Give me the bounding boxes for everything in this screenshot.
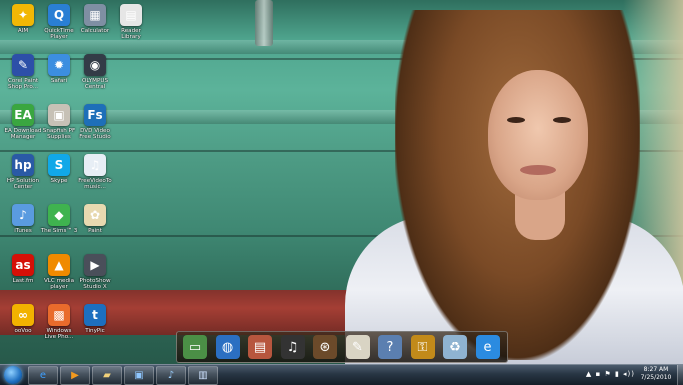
desktop-icon-grid: ✦ AIM Q QuickTime Player ▦ Calculator ▤ Reader … — [0, 0, 142, 364]
system-tray[interactable]: ▲ ▪ ⚑ ▮ ◂)) — [586, 370, 635, 378]
corel-paint-shop-icon: ✎ — [12, 54, 34, 76]
desktop-icon-label: FreeVideoTo music... — [78, 178, 112, 191]
desktop-icon[interactable]: ▣ Snapfish PF Supplies — [39, 104, 79, 154]
calculator-icon: ▦ — [84, 4, 106, 26]
desktop-icon[interactable]: t TinyPic — [75, 304, 115, 354]
taskbar-window-switch-icon[interactable]: ▥ — [188, 366, 218, 385]
desktop-icon[interactable]: ✎ Corel Paint Shop Pro... — [3, 54, 43, 104]
desktop-icon[interactable]: ▲ VLC media player — [39, 254, 79, 304]
desktop-icon-label: Snapfish PF Supplies — [42, 128, 76, 141]
windows-live-photo-icon: ▩ — [48, 304, 70, 326]
desktop-icon[interactable]: hp HP Solution Center — [3, 154, 43, 204]
taskbar-internet-explorer-icon[interactable]: e — [28, 366, 58, 385]
oovoo-icon: ∞ — [12, 304, 34, 326]
taskbar: e ▶ ▰ ▣ ♪ ▥ ▲ ▪ ⚑ ▮ ◂)) 8:27 AM 7/25/2010 — [0, 364, 683, 385]
desktop-icon-label: Windows Live Pho... — [44, 328, 74, 341]
olympus-camera-icon: ◉ — [84, 54, 106, 76]
desktop-icon[interactable]: Q QuickTime Player — [39, 4, 79, 54]
desktop-icon-label: Paint — [88, 228, 102, 234]
help-question-icon[interactable]: ? — [378, 335, 402, 359]
desktop-icon-label: Skype — [50, 178, 68, 184]
desktop-icon[interactable]: ◆ The Sims™ 3 — [39, 204, 79, 254]
paint-palette-icon: ✿ — [84, 204, 106, 226]
desktop-icon[interactable]: ▤ Reader Library — [111, 4, 151, 54]
photoshow-icon: ▶ — [84, 254, 106, 276]
hp-icon: hp — [12, 154, 34, 176]
desktop-icon[interactable]: ♪ iTunes — [3, 204, 43, 254]
clock-time: 8:27 AM — [643, 366, 669, 373]
sims-plumbob-icon: ◆ — [48, 204, 70, 226]
desktop-icon[interactable]: ∞ ooVoo — [3, 304, 43, 354]
desktop-icon-label: QuickTime Player — [44, 28, 74, 41]
wallpaper-person-eye — [553, 117, 571, 123]
desktop-icon-label: PhotoShow Studio X — [79, 278, 111, 291]
skype-icon: S — [48, 154, 70, 176]
desktop-icon-label: DVD Video Free Studio — [79, 128, 111, 141]
taskbar-desktop-window-icon[interactable]: ▣ — [124, 366, 154, 385]
desktop-icon[interactable]: S Skype — [39, 154, 79, 204]
desktop-icon[interactable]: ✦ AIM — [3, 4, 43, 54]
taskbar-media-player-icon[interactable]: ▶ — [60, 366, 90, 385]
recycle-bin-icon[interactable]: ♻ — [443, 335, 467, 359]
desktop-icon[interactable]: Fs DVD Video Free Studio — [75, 104, 115, 154]
dock-bar: ▭ ◍ ▤ ♫ ⊛ ✎? ⚿ ♻ e — [176, 331, 508, 363]
globe-icon[interactable]: ◍ — [215, 335, 240, 359]
aim-running-man-icon: ✦ — [12, 4, 34, 26]
desktop-icon-label: Reader Library — [121, 28, 141, 41]
desktop-icon-label: EA Download Manager — [4, 128, 42, 141]
itunes-icon: ♪ — [12, 204, 34, 226]
wallpaper-wood-knot — [255, 0, 273, 46]
quicktime-icon: Q — [48, 4, 70, 26]
desktop-icon-label: Last.fm — [12, 278, 34, 284]
snapfish-printer-icon: ▣ — [48, 104, 70, 126]
wallpaper-person-eye — [507, 117, 525, 123]
desktop-icon-label: TinyPic — [85, 328, 105, 334]
clock-date: 7/25/2010 — [640, 374, 672, 381]
desktop-icon-label: iTunes — [14, 228, 32, 234]
wallpaper-person-face — [488, 70, 588, 200]
desktop-icon-label: VLC media player — [43, 278, 75, 291]
photo-frame-icon[interactable]: ▭ — [183, 335, 207, 359]
wallpaper-person-lips — [520, 165, 556, 175]
safari-compass-icon: ✹ — [48, 54, 70, 76]
reader-library-icon: ▤ — [120, 4, 142, 26]
taskbar-itunes-icon[interactable]: ♪ — [156, 366, 186, 385]
desktop-icon-label: AIM — [17, 28, 29, 34]
padlock-icon[interactable]: ⚿ — [410, 335, 435, 359]
taskbar-file-explorer-icon[interactable]: ▰ — [92, 366, 122, 385]
desktop-icon-label: Calculator — [80, 28, 110, 34]
desktop-icon[interactable]: ▩ Windows Live Pho... — [39, 304, 79, 354]
desktop-icon[interactable]: ▶ PhotoShow Studio X — [75, 254, 115, 304]
desktop-icon-label: The Sims™ 3 — [40, 228, 78, 234]
desktop-icon[interactable]: ✹ Safari — [39, 54, 79, 104]
desktop-icon[interactable]: as Last.fm — [3, 254, 43, 304]
desktop-icon-label: Corel Paint Shop Pro... — [7, 78, 39, 91]
show-desktop-button[interactable] — [677, 365, 683, 385]
video-to-music-icon: ♫ — [84, 154, 106, 176]
taskbar-clock[interactable]: 8:27 AM 7/25/2010 — [636, 366, 676, 382]
internet-explorer-icon[interactable]: e — [475, 335, 500, 359]
ea-icon: EA — [12, 104, 34, 126]
tinypic-icon: t — [84, 304, 106, 326]
desktop-icon[interactable]: ✿ Paint — [75, 204, 115, 254]
free-studio-icon: Fs — [84, 104, 106, 126]
film-reel-icon[interactable]: ⊛ — [313, 335, 337, 359]
desktop-icon-label: Safari — [50, 78, 68, 84]
desktop-icon[interactable]: ♫ FreeVideoTo music... — [75, 154, 115, 204]
vlc-cone-icon: ▲ — [48, 254, 70, 276]
desktop-icon-label: HP Solution Center — [6, 178, 40, 191]
start-button[interactable] — [4, 366, 22, 384]
notepad-pencil-icon[interactable]: ✎ — [345, 335, 370, 359]
desktop-icon[interactable]: EA EA Download Manager — [3, 104, 43, 154]
stacked-folders-icon[interactable]: ▤ — [248, 335, 272, 359]
desktop-icon-label: ooVoo — [14, 328, 32, 334]
lastfm-icon: as — [12, 254, 34, 276]
headphones-icon[interactable]: ♫ — [280, 335, 305, 359]
desktop-icon[interactable]: ◉ OLYMPUS Central — [75, 54, 115, 104]
desktop-icon-label: OLYMPUS Central — [81, 78, 109, 91]
desktop-icon[interactable]: ▦ Calculator — [75, 4, 115, 54]
